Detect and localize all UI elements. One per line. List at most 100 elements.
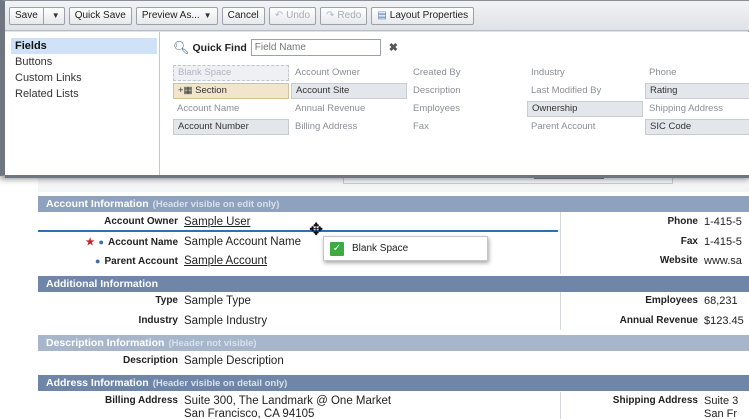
required-dot-icon: ● — [98, 237, 104, 247]
save-label: Save — [15, 10, 38, 21]
undo-label: Undo — [286, 10, 311, 21]
drop-indicator — [38, 230, 558, 232]
required-star-icon: ★ — [85, 237, 95, 248]
field-label: Phone — [667, 216, 698, 227]
field-label: Industry — [138, 315, 178, 326]
palette-field-section[interactable]: +▦ Section — [173, 83, 289, 99]
category-custom-links[interactable]: Custom Links — [11, 70, 157, 86]
field-value: Sample Account Name — [184, 236, 301, 248]
field-label: Fax — [680, 236, 698, 247]
layout-properties-button[interactable]: ▤ Layout Properties — [371, 6, 475, 25]
field-value: 1-415-5 — [704, 236, 742, 248]
palette-field[interactable]: Billing Address — [291, 119, 407, 135]
preview-as-button[interactable]: Preview As... ▼ — [135, 6, 218, 25]
palette-field[interactable]: Phone — [645, 65, 749, 81]
section-note: (Header visible on detail only) — [152, 378, 288, 389]
field-value: $123.45 — [704, 315, 744, 327]
quick-save-label: Quick Save — [74, 10, 126, 21]
cancel-button[interactable]: Cancel — [221, 6, 265, 25]
field-palette-grid: Blank Space Account Owner Created By Ind… — [173, 65, 749, 135]
section-title: Additional Information — [46, 278, 158, 290]
palette-field[interactable]: Shipping Address — [645, 101, 749, 117]
quick-find-label: Quick Find — [192, 41, 247, 54]
palette-field-label: Blank Space — [178, 67, 232, 78]
section-header-description-information[interactable]: Description Information (Header not visib… — [38, 335, 749, 351]
save-button[interactable]: Save — [9, 6, 44, 25]
field-label: Shipping Address — [612, 395, 698, 406]
section-note: (Header not visible) — [168, 338, 257, 349]
required-dot-icon: ● — [95, 256, 101, 266]
field-row-description[interactable]: Description Sample Description — [38, 352, 749, 370]
field-label: Annual Revenue — [619, 315, 698, 326]
palette-field[interactable]: Account Number — [173, 119, 289, 135]
dragged-field-blank-space[interactable]: ✓ Blank Space — [323, 236, 488, 261]
field-label: Website — [659, 255, 698, 266]
palette-field[interactable]: Industry — [527, 65, 643, 81]
field-label: Description — [122, 355, 178, 366]
dragged-field-label: Blank Space — [352, 243, 409, 254]
field-label: Billing Address — [105, 395, 178, 406]
field-value-line2: San Francisco, CA 94105 — [184, 408, 315, 419]
field-row-account-owner[interactable]: Account Owner Sample User Phone 1-415-5 — [38, 213, 749, 231]
field-label: Account Name — [107, 237, 178, 248]
section-header-additional-information[interactable]: Additional Information — [38, 276, 749, 292]
section-note: (Header visible on edit only) — [152, 199, 280, 210]
section-title: Address Information — [46, 377, 149, 389]
palette-field[interactable]: Created By — [409, 65, 525, 81]
palette-field[interactable]: Account Name — [173, 101, 289, 117]
redo-button[interactable]: ↷ Redo — [320, 6, 368, 25]
quick-save-button[interactable]: Quick Save — [68, 6, 132, 25]
quick-find-input[interactable] — [250, 39, 381, 56]
redo-label: Redo — [337, 10, 362, 21]
palette-field[interactable]: Fax — [409, 119, 525, 135]
field-label-wrap: ● Parent Account — [38, 252, 178, 271]
redo-icon: ↷ — [326, 10, 335, 21]
caret-down-icon: ▼ — [51, 11, 60, 20]
palette-field[interactable]: Ownership — [527, 101, 643, 117]
field-value: Sample Account — [184, 255, 268, 267]
section-title: Account Information — [46, 198, 149, 210]
field-row-industry[interactable]: Industry Sample Industry Annual Revenue … — [38, 312, 749, 330]
palette-bottom-border — [5, 175, 749, 178]
field-label-wrap: ★ ● Account Name — [38, 233, 178, 252]
palette-field[interactable]: Employees — [409, 101, 525, 117]
field-value-line2: San Fr — [704, 408, 738, 419]
field-label: Parent Account — [104, 256, 178, 267]
category-list: Fields Buttons Custom Links Related List… — [11, 38, 157, 168]
page-layout-canvas: Account Information (Header visible on ed… — [38, 176, 749, 419]
section-header-address-information[interactable]: Address Information (Header visible on de… — [38, 375, 749, 391]
category-fields[interactable]: Fields — [11, 38, 157, 54]
field-label: Type — [155, 295, 178, 306]
palette-field[interactable]: Last Modified By — [527, 83, 643, 99]
palette-field[interactable]: SIC Code — [645, 119, 749, 135]
layout-palette: Save ▼ Quick Save Preview As... ▼ Cancel … — [0, 0, 749, 178]
undo-icon: ↶ — [274, 10, 284, 21]
clear-search-icon[interactable]: ✖ — [389, 41, 398, 54]
field-value: Sample Industry — [184, 315, 268, 327]
field-value: www.sa — [704, 255, 742, 267]
field-label: Account Owner — [104, 216, 178, 227]
palette-field-blank-space[interactable]: Blank Space — [173, 65, 289, 81]
category-buttons[interactable]: Buttons — [11, 54, 157, 70]
field-value: Sample User — [184, 216, 251, 228]
palette-divider — [159, 32, 160, 175]
section-header-account-information[interactable]: Account Information (Header visible on ed… — [38, 196, 749, 212]
palette-field[interactable]: Account Owner — [291, 65, 407, 81]
palette-field[interactable]: Account Site — [291, 83, 407, 99]
save-dropdown-button[interactable]: ▼ — [43, 6, 65, 25]
palette-field[interactable]: Description — [409, 83, 525, 99]
palette-field[interactable]: Annual Revenue — [291, 101, 407, 117]
undo-button[interactable]: ↶ Undo — [268, 6, 317, 25]
field-row-billing-address[interactable]: Billing Address Suite 300, The Landmark … — [38, 392, 749, 419]
layout-properties-label: Layout Properties — [389, 10, 469, 21]
palette-field[interactable]: Parent Account — [527, 119, 643, 135]
category-related-lists[interactable]: Related Lists — [11, 86, 157, 102]
section-icon: +▦ — [178, 85, 196, 96]
field-row-type[interactable]: Type Sample Type Employees 68,231 — [38, 292, 749, 310]
palette-body: Fields Buttons Custom Links Related List… — [5, 32, 749, 175]
field-value: 68,231 — [704, 295, 738, 307]
palette-field[interactable]: Rating — [645, 83, 749, 99]
field-value: 1-415-5 — [704, 216, 742, 228]
checkmark-icon: ✓ — [330, 241, 344, 256]
properties-icon: ▤ — [377, 10, 387, 21]
